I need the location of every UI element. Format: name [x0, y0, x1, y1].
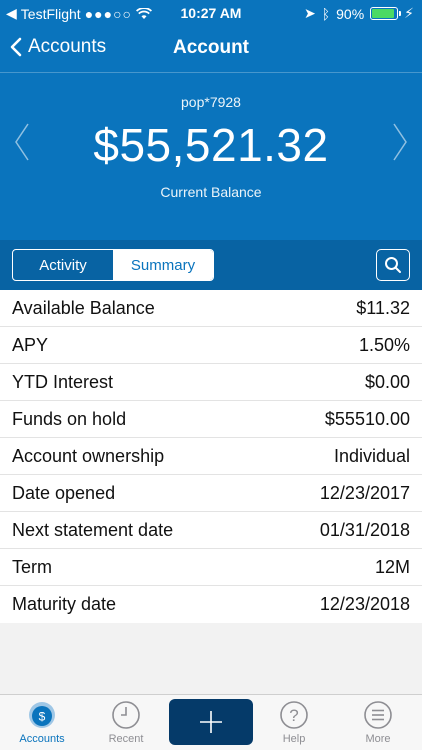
- chevron-left-icon: [10, 37, 22, 57]
- summary-value: 01/31/2018: [319, 519, 410, 540]
- back-button[interactable]: Accounts: [10, 36, 106, 58]
- summary-value: 12/23/2017: [319, 482, 410, 503]
- help-icon: ?: [280, 701, 308, 729]
- search-button[interactable]: [376, 249, 410, 281]
- tab-accounts[interactable]: $ Accounts: [0, 695, 84, 750]
- battery-icon: [370, 7, 402, 20]
- summary-value: 12M: [374, 556, 410, 577]
- tab-label: Accounts: [19, 733, 65, 745]
- account-summary-list: Available Balance $11.32 APY 1.50% YTD I…: [0, 290, 422, 623]
- summary-label: YTD Interest: [12, 371, 114, 392]
- tab-label: Recent: [108, 733, 144, 745]
- status-right: ➤ ᛒ 90% ⚡: [304, 5, 414, 22]
- summary-row-available-balance: Available Balance $11.32: [0, 290, 422, 327]
- view-segmented-control: Activity Summary: [12, 249, 214, 281]
- current-balance-label: Current Balance: [160, 184, 262, 200]
- menu-icon: [364, 701, 392, 729]
- search-icon: [385, 257, 401, 273]
- summary-row-funds-on-hold: Funds on hold $55510.00: [0, 401, 422, 438]
- summary-row-maturity-date: Maturity date 12/23/2018: [0, 586, 422, 623]
- tab-more[interactable]: More: [336, 695, 420, 750]
- summary-label: Available Balance: [12, 297, 155, 318]
- tab-recent[interactable]: Recent: [84, 695, 168, 750]
- summary-row-date-opened: Date opened 12/23/2017: [0, 475, 422, 512]
- tab-bar: $ Accounts Recent ? Help More: [0, 694, 422, 750]
- summary-label: Date opened: [12, 482, 116, 503]
- activity-tab[interactable]: Activity: [13, 250, 113, 280]
- summary-label: Term: [12, 556, 52, 577]
- summary-value: Individual: [333, 445, 410, 466]
- account-toolbar: Activity Summary: [0, 240, 422, 290]
- summary-label: Next statement date: [12, 519, 174, 540]
- add-button[interactable]: [169, 699, 253, 745]
- nav-bar: Accounts Account: [0, 26, 422, 72]
- summary-value: 12/23/2018: [319, 594, 410, 614]
- help-icon-glyph: ?: [289, 706, 298, 725]
- summary-label: APY: [12, 334, 49, 355]
- tab-help[interactable]: ? Help: [252, 695, 336, 750]
- summary-value: $0.00: [364, 371, 410, 392]
- current-balance: $55,521.32: [93, 119, 329, 171]
- summary-row-account-ownership: Account ownership Individual: [0, 438, 422, 475]
- charging-icon: ⚡: [404, 5, 414, 21]
- summary-row-next-statement-date: Next statement date 01/31/2018: [0, 512, 422, 549]
- back-label: Accounts: [28, 36, 107, 57]
- summary-row-term: Term 12M: [0, 549, 422, 586]
- summary-value: $11.32: [356, 297, 410, 318]
- accounts-icon: $: [29, 702, 55, 728]
- location-icon: ➤: [303, 5, 316, 21]
- status-bar: ◀ TestFlight ●●●○○ 10:27 AM ➤ ᛒ 90% ⚡: [0, 0, 422, 26]
- plus-icon: [200, 711, 222, 733]
- summary-row-ytd-interest: YTD Interest $0.00: [0, 364, 422, 401]
- summary-tab[interactable]: Summary: [113, 250, 213, 280]
- tab-label: Help: [282, 733, 306, 745]
- summary-row-apy: APY 1.50%: [0, 327, 422, 364]
- bluetooth-icon: ᛒ: [321, 5, 331, 22]
- account-header: ◀ TestFlight ●●●○○ 10:27 AM ➤ ᛒ 90% ⚡ Ac…: [0, 0, 422, 290]
- nav-divider: [0, 72, 422, 73]
- clock-icon: [112, 701, 140, 729]
- summary-label: Maturity date: [12, 594, 117, 614]
- account-id: pop*7928: [181, 94, 241, 110]
- summary-value: 1.50%: [358, 334, 410, 355]
- summary-label: Account ownership: [12, 445, 165, 466]
- tab-label: More: [365, 733, 391, 745]
- accounts-icon-glyph: $: [39, 710, 46, 724]
- battery-percent: 90%: [336, 5, 365, 22]
- summary-label: Funds on hold: [12, 408, 127, 429]
- summary-value: $55510.00: [324, 408, 410, 429]
